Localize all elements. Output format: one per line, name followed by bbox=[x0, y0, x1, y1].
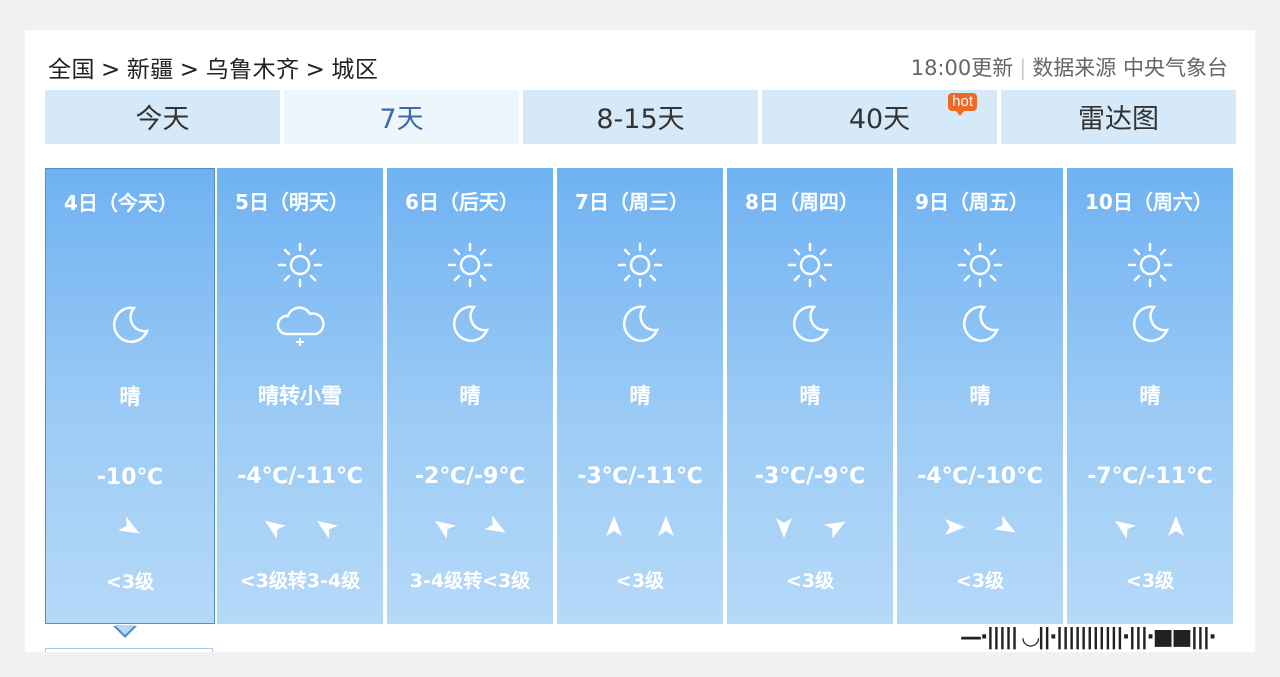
wind-directions bbox=[897, 514, 1063, 544]
wind-arrow-icon bbox=[435, 520, 457, 539]
breadcrumb-separator: > bbox=[305, 57, 326, 83]
moon-icon bbox=[788, 302, 832, 350]
moon-icon bbox=[108, 303, 152, 351]
wind-arrow-icon bbox=[776, 518, 793, 538]
breadcrumb-country[interactable]: 全国 bbox=[48, 57, 95, 83]
weather-text: 晴 bbox=[119, 385, 141, 409]
moon-icon bbox=[618, 302, 662, 350]
breadcrumb-separator: > bbox=[179, 57, 200, 83]
wind-arrow-icon bbox=[118, 516, 140, 534]
wind-arrow-icon bbox=[945, 519, 966, 535]
wind-level: <3级 bbox=[1125, 570, 1175, 592]
wind-arrow-icon bbox=[1167, 516, 1184, 536]
tab-radar[interactable]: 雷达图 bbox=[1001, 90, 1236, 144]
sun-icon bbox=[275, 240, 325, 294]
wind-level: <3级 bbox=[785, 570, 835, 592]
temperature: -3℃/-9℃ bbox=[754, 464, 866, 489]
breadcrumb-city[interactable]: 乌鲁木齐 bbox=[206, 57, 300, 83]
tab-today[interactable]: 今天 bbox=[45, 90, 280, 144]
sun-icon bbox=[1125, 240, 1175, 294]
breadcrumb-province[interactable]: 新疆 bbox=[127, 57, 174, 83]
wind-level: <3级转3-4级 bbox=[239, 570, 361, 592]
weather-text: 晴 bbox=[1139, 384, 1161, 408]
temperature: -2℃/-9℃ bbox=[414, 464, 526, 489]
day-date: 10日（周六） bbox=[1085, 190, 1213, 214]
update-info: 18:00更新 | 数据来源 中央气象台 bbox=[911, 52, 1228, 82]
day-date: 8日（周四） bbox=[745, 190, 859, 214]
watermark: —·||||| ◡||·|||||||||||·|||·■■|||· bbox=[960, 625, 1217, 650]
weather-text: 晴转小雪 bbox=[258, 384, 342, 408]
temperature: -4℃/-11℃ bbox=[237, 464, 363, 489]
wind-arrow-icon bbox=[606, 516, 623, 536]
light-snow-icon bbox=[272, 302, 328, 354]
wind-arrow-icon bbox=[483, 515, 506, 533]
selected-day-pointer bbox=[113, 625, 137, 638]
day-card[interactable]: 9日（周五） 晴 -4℃/-10℃ <3级 bbox=[897, 168, 1063, 624]
breadcrumb-district: 城区 bbox=[331, 57, 379, 83]
weather-text: 晴 bbox=[969, 384, 991, 408]
temperature: -4℃/-10℃ bbox=[917, 464, 1043, 489]
day-date: 5日（明天） bbox=[235, 190, 349, 214]
wind-directions bbox=[217, 514, 383, 544]
wind-directions bbox=[46, 515, 214, 545]
day-date: 4日（今天） bbox=[64, 191, 178, 215]
temperature: -10℃ bbox=[96, 465, 164, 490]
sun-icon bbox=[445, 240, 495, 294]
sun-icon bbox=[955, 240, 1005, 294]
sun-icon bbox=[785, 240, 835, 294]
day-date: 7日（周三） bbox=[575, 190, 689, 214]
wind-level: <3级 bbox=[615, 570, 665, 592]
sun-icon bbox=[615, 240, 665, 294]
day-card[interactable]: 10日（周六） 晴 -7℃/-11℃ <3级 bbox=[1067, 168, 1233, 624]
tab-8-15-days[interactable]: 8-15天 bbox=[523, 90, 758, 144]
weather-text: 晴 bbox=[459, 384, 481, 408]
day-date: 9日（周五） bbox=[915, 190, 1029, 214]
meta-divider: | bbox=[1019, 56, 1027, 80]
tab-label: 雷达图 bbox=[1078, 104, 1159, 135]
hot-badge: hot bbox=[948, 93, 977, 116]
day-card[interactable]: 6日（后天） 晴 -2℃/-9℃ 3-4级转<3级 bbox=[387, 168, 553, 624]
day-date: 6日（后天） bbox=[405, 190, 519, 214]
wind-arrow-icon bbox=[265, 520, 287, 539]
day-card[interactable]: 5日（明天） 晴转小雪 -4℃/-11℃ <3级转3-4级 bbox=[217, 168, 383, 624]
wind-directions bbox=[1067, 514, 1233, 544]
day-card[interactable]: 8日（周四） 晴 -3℃/-9℃ <3级 bbox=[727, 168, 893, 624]
tab-40-days[interactable]: 40天 hot bbox=[762, 90, 997, 144]
update-time: 18:00更新 bbox=[910, 56, 1014, 80]
wind-level: <3级 bbox=[105, 571, 155, 593]
hourly-panel-edge bbox=[45, 648, 213, 652]
day-card[interactable]: 7日（周三） 晴 -3℃/-11℃ <3级 bbox=[557, 168, 723, 624]
wind-arrow-icon bbox=[1115, 520, 1137, 539]
tab-label: 40天 bbox=[848, 104, 911, 135]
moon-icon bbox=[958, 302, 1002, 350]
data-source: 数据来源 中央气象台 bbox=[1032, 56, 1228, 80]
wind-arrow-icon bbox=[993, 515, 1016, 533]
wind-level: 3-4级转<3级 bbox=[409, 570, 531, 592]
wind-arrow-icon bbox=[823, 521, 846, 539]
day-list: 4日（今天） 晴 -10℃ <3级 5日（明天） 晴转小雪 -4℃/-11℃ <… bbox=[45, 168, 1237, 626]
breadcrumb: 全国 > 新疆 > 乌鲁木齐 > 城区 bbox=[48, 50, 378, 84]
weather-text: 晴 bbox=[629, 384, 651, 408]
forecast-tabs: 今天 7天 8-15天 40天 hot 雷达图 bbox=[45, 90, 1237, 144]
tab-label: 8-15天 bbox=[596, 104, 685, 135]
tab-label: 今天 bbox=[135, 104, 190, 135]
wind-arrow-icon bbox=[657, 516, 674, 536]
tab-label: 7天 bbox=[379, 104, 424, 135]
wind-directions bbox=[557, 514, 723, 544]
wind-arrow-icon bbox=[316, 520, 338, 539]
wind-directions bbox=[387, 514, 553, 544]
temperature: -7℃/-11℃ bbox=[1087, 464, 1213, 489]
moon-icon bbox=[448, 302, 492, 350]
wind-level: <3级 bbox=[955, 570, 1005, 592]
tab-7-days[interactable]: 7天 bbox=[284, 90, 519, 144]
temperature: -3℃/-11℃ bbox=[577, 464, 703, 489]
breadcrumb-separator: > bbox=[101, 57, 121, 83]
moon-icon bbox=[1128, 302, 1172, 350]
weather-text: 晴 bbox=[799, 384, 821, 408]
wind-directions bbox=[727, 514, 893, 544]
day-card-today[interactable]: 4日（今天） 晴 -10℃ <3级 bbox=[45, 168, 215, 624]
weather-card: 全国 > 新疆 > 乌鲁木齐 > 城区 18:00更新 | 数据来源 中央气象台 今天 7天 8… bbox=[25, 30, 1255, 652]
